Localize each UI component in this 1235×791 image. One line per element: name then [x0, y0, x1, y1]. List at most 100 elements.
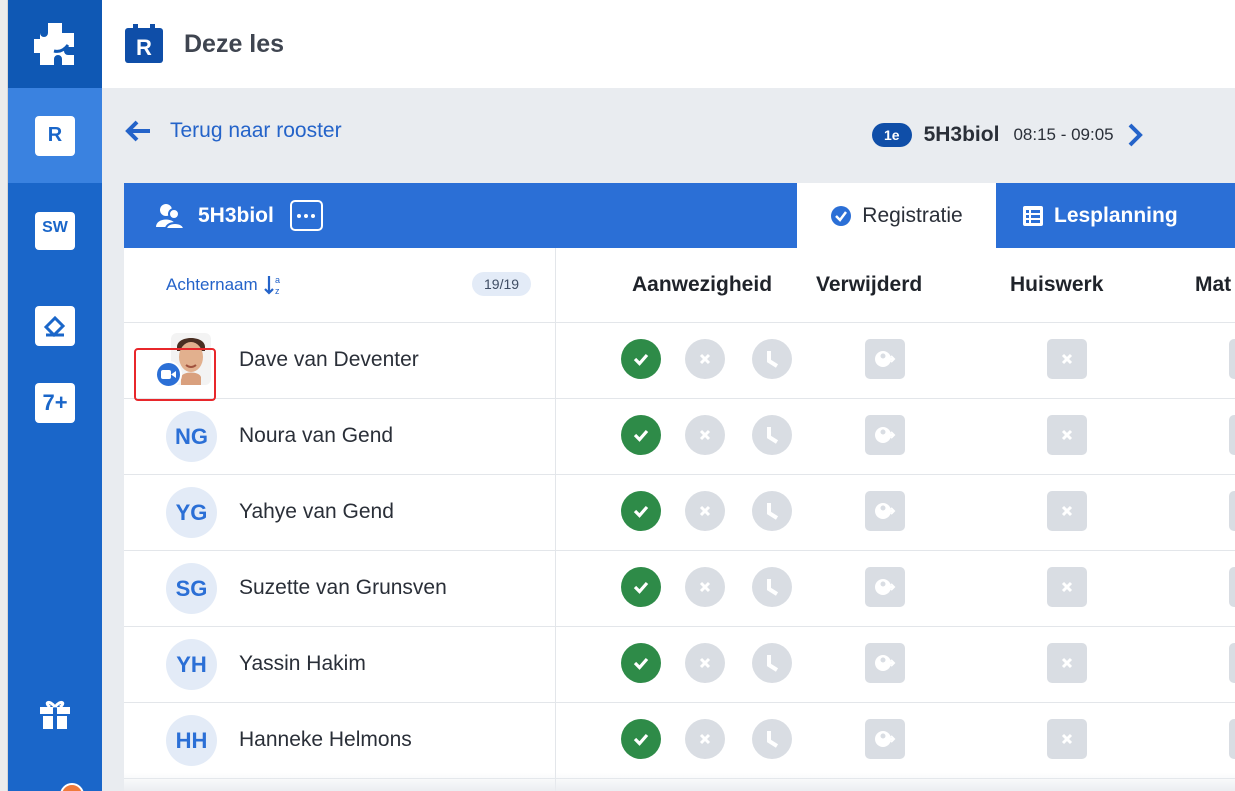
sort-label: Achternaam: [166, 275, 258, 294]
removed-toggle[interactable]: [865, 567, 905, 607]
hour-badge: 1e: [872, 123, 912, 147]
sidebar-item-rooster[interactable]: R: [8, 88, 102, 183]
calendar-r-icon: R: [35, 115, 75, 156]
check-circle-icon: [830, 205, 852, 227]
homework-toggle[interactable]: [1047, 567, 1087, 607]
more-options-button[interactable]: [289, 200, 323, 231]
exit-person-icon: [874, 576, 896, 598]
absent-button[interactable]: [685, 491, 725, 531]
avatar[interactable]: NG: [166, 411, 217, 462]
removed-toggle[interactable]: [865, 719, 905, 759]
clock-icon: [763, 653, 781, 673]
material-toggle[interactable]: [1229, 643, 1235, 683]
close-icon: [698, 504, 712, 518]
late-button[interactable]: [752, 719, 792, 759]
chevron-right-icon: [1128, 123, 1143, 147]
dot-icon: [304, 213, 309, 218]
absent-button[interactable]: [685, 415, 725, 455]
removed-toggle[interactable]: [865, 339, 905, 379]
column-aanwezigheid: Aanwezigheid: [632, 273, 773, 296]
back-to-schedule-link[interactable]: Terug naar rooster: [124, 119, 342, 143]
student-name[interactable]: Dave van Deventer: [239, 348, 419, 372]
avatar[interactable]: YG: [166, 487, 217, 538]
seven-plus-icon: 7+: [35, 383, 75, 423]
late-button[interactable]: [752, 567, 792, 607]
close-icon: [698, 732, 712, 746]
student-name[interactable]: Yahye van Gend: [239, 500, 394, 524]
student-name[interactable]: Hanneke Helmons: [239, 728, 412, 752]
avatar[interactable]: YH: [166, 639, 217, 690]
homework-toggle[interactable]: [1047, 491, 1087, 531]
absent-button[interactable]: [685, 339, 725, 379]
material-toggle[interactable]: [1229, 567, 1235, 607]
gift-button[interactable]: [8, 694, 102, 734]
arrow-left-icon: [125, 120, 150, 142]
tab-registratie[interactable]: Registratie: [797, 183, 996, 248]
material-toggle[interactable]: [1229, 415, 1235, 455]
homework-toggle[interactable]: [1047, 339, 1087, 379]
video-call-button[interactable]: [155, 361, 182, 388]
removed-toggle[interactable]: [865, 415, 905, 455]
student-name[interactable]: Yassin Hakim: [239, 652, 366, 676]
close-icon: [698, 352, 712, 366]
clock-icon: [763, 349, 781, 369]
group-title: 5H3biol: [156, 183, 323, 248]
homework-toggle[interactable]: [1047, 415, 1087, 455]
calendar-r-icon: R: [125, 24, 163, 63]
column-materiaal: Mat: [1195, 273, 1232, 296]
sidebar-item-sw[interactable]: SW: [8, 183, 102, 278]
group-users-icon: [156, 203, 184, 229]
back-link-label: Terug naar rooster: [170, 119, 342, 142]
homework-toggle[interactable]: [1047, 719, 1087, 759]
material-toggle[interactable]: [1229, 339, 1235, 379]
present-button[interactable]: [621, 643, 661, 683]
close-icon: [1060, 580, 1074, 594]
absent-button[interactable]: [685, 643, 725, 683]
window-edge: [0, 0, 8, 791]
late-button[interactable]: [752, 415, 792, 455]
exit-person-icon: [874, 500, 896, 522]
video-camera-icon: [161, 370, 176, 379]
student-name[interactable]: Noura van Gend: [239, 424, 393, 448]
present-button[interactable]: [621, 339, 661, 379]
present-button[interactable]: [621, 491, 661, 531]
late-button[interactable]: [752, 491, 792, 531]
material-toggle[interactable]: [1229, 719, 1235, 759]
next-lesson-button[interactable]: [1126, 122, 1144, 148]
close-icon: [1060, 352, 1074, 366]
material-toggle[interactable]: [1229, 491, 1235, 531]
late-button[interactable]: [752, 643, 792, 683]
main-content: Terug naar rooster 1e 5H3biol 08:15 - 09…: [102, 88, 1235, 791]
exit-person-icon: [874, 728, 896, 750]
late-button[interactable]: [752, 339, 792, 379]
present-button[interactable]: [621, 719, 661, 759]
present-button[interactable]: [621, 415, 661, 455]
clock-icon: [763, 729, 781, 749]
tab-lesplanning[interactable]: Lesplanning: [1022, 183, 1178, 248]
puzzle-logo-icon: [34, 23, 74, 65]
avatar[interactable]: SG: [166, 563, 217, 614]
student-row: Dave van Deventer: [124, 323, 1235, 401]
present-button[interactable]: [621, 567, 661, 607]
notification-badge[interactable]: [60, 783, 84, 791]
lesson-info: 1e 5H3biol 08:15 - 09:05: [872, 122, 1144, 148]
close-icon: [1060, 504, 1074, 518]
close-icon: [698, 580, 712, 594]
absent-button[interactable]: [685, 719, 725, 759]
app-logo[interactable]: [8, 0, 102, 88]
avatar[interactable]: HH: [166, 715, 217, 766]
sort-by-lastname[interactable]: Achternaam a z: [166, 274, 284, 296]
close-icon: [698, 656, 712, 670]
tab-label: Lesplanning: [1054, 203, 1178, 227]
sidebar-item-edit[interactable]: [8, 278, 102, 373]
close-icon: [698, 428, 712, 442]
edit-icon: [35, 305, 75, 346]
student-row: YG Yahye van Gend: [124, 475, 1235, 551]
student-name[interactable]: Suzette van Grunsven: [239, 576, 447, 600]
removed-toggle[interactable]: [865, 643, 905, 683]
absent-button[interactable]: [685, 567, 725, 607]
removed-toggle[interactable]: [865, 491, 905, 531]
homework-toggle[interactable]: [1047, 643, 1087, 683]
check-icon: [631, 349, 651, 369]
sidebar-item-seven-plus[interactable]: 7+: [8, 373, 102, 433]
